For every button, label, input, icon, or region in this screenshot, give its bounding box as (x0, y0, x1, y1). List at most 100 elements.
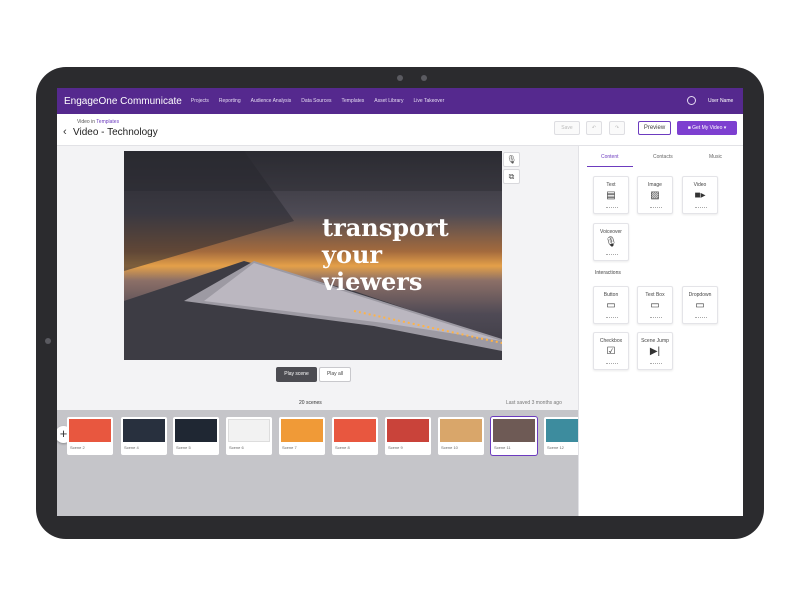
scene-thumbnail-image (175, 419, 217, 442)
microphone-tool-icon[interactable]: 🎙 (503, 152, 520, 167)
redo-icon[interactable]: ↷ (609, 121, 625, 135)
back-chevron-icon[interactable]: ‹ (63, 127, 67, 138)
button-cursor-icon: ▭ (606, 300, 616, 311)
text-box-icon: ▭ (650, 300, 660, 311)
interaction-tile-button[interactable]: Button ▭ (593, 286, 629, 324)
scene-label: Scene 5 (176, 445, 191, 450)
scene-thumbnail[interactable]: Scene 9 (385, 417, 431, 455)
help-icon[interactable] (687, 96, 696, 105)
editor-canvas-area: transport your viewers 🎙 ⧉ Play scene Pl… (57, 146, 590, 516)
tile-label: Scene Jump (641, 338, 669, 344)
nav-templates[interactable]: Templates (342, 98, 365, 104)
scene-thumbnail[interactable]: Scene 10 (438, 417, 484, 455)
scene-thumbnail-image (69, 419, 111, 442)
play-scene-button[interactable]: Play scene (276, 367, 317, 382)
scene-thumbnail[interactable]: Scene 6 (226, 417, 272, 455)
scene-label: Scene 6 (229, 445, 244, 450)
scene-thumbnail-active[interactable]: Scene 11 (491, 417, 537, 455)
interactions-heading: Interactions (595, 270, 621, 276)
drag-handle (695, 207, 707, 208)
overlay-headline[interactable]: transport your viewers (322, 214, 449, 295)
scene-thumbnail[interactable]: Scene 4 (121, 417, 167, 455)
nav-reporting[interactable]: Reporting (219, 98, 241, 104)
tile-label: Dropdown (688, 292, 712, 298)
tile-label: Voiceover (600, 229, 622, 235)
drag-handle (650, 317, 662, 318)
checkbox-icon: ☑ (606, 346, 616, 357)
user-menu[interactable]: User Name (708, 98, 733, 104)
scene-thumbnail[interactable]: Scene 2 (67, 417, 113, 455)
get-my-video-label: Get My Video (692, 125, 723, 131)
breadcrumb-prefix: Video in (77, 119, 95, 125)
nav-data-sources[interactable]: Data Sources (301, 98, 331, 104)
layers-tool-icon[interactable]: ⧉ (503, 169, 520, 184)
text-icon: ▤ (606, 190, 616, 201)
drag-handle (650, 363, 662, 364)
nav-live-takeover[interactable]: Live Takeover (413, 98, 444, 104)
project-header: Video in Templates ‹ Video - Technology … (57, 114, 743, 146)
overlay-line-3: viewers (322, 267, 423, 296)
content-tile-video[interactable]: Video ■▸ (682, 176, 718, 214)
scene-thumbnail-image (281, 419, 323, 442)
properties-panel: Content Contacts Music Text ▤ Image ▨ Vi… (578, 146, 743, 516)
tablet-frame: EngageOne Communicate Projects Reporting… (36, 67, 764, 539)
interaction-tile-text-box[interactable]: Text Box ▭ (637, 286, 673, 324)
preview-button[interactable]: Preview (638, 121, 671, 135)
nav-audience-analysis[interactable]: Audience Analysis (251, 98, 292, 104)
scene-thumbnail[interactable]: Scene 8 (332, 417, 378, 455)
scene-thumbnail-image (228, 419, 270, 442)
scene-count: 20 scenes (299, 400, 322, 406)
home-button (45, 338, 51, 344)
scene-label: Scene 10 (441, 445, 458, 450)
scene-label: Scene 9 (388, 445, 403, 450)
drag-handle (695, 317, 707, 318)
video-camera-icon: ■▸ (694, 190, 706, 201)
drag-handle (606, 207, 618, 208)
scene-label: Scene 2 (70, 445, 85, 450)
tab-content[interactable]: Content (601, 154, 619, 160)
scene-thumbnail-image (334, 419, 376, 442)
overlay-line-1: transport (322, 213, 449, 242)
scene-thumbnail-image (387, 419, 429, 442)
content-tile-voiceover[interactable]: Voiceover 🎙 (593, 223, 629, 261)
chevron-down-icon: ▾ (723, 125, 727, 131)
interaction-tile-scene-jump[interactable]: Scene Jump ▶| (637, 332, 673, 370)
breadcrumb: Video in Templates (77, 119, 119, 125)
interaction-tile-dropdown[interactable]: Dropdown ▭ (682, 286, 718, 324)
last-saved-status: Last saved 3 months ago (506, 400, 562, 406)
undo-icon[interactable]: ↶ (586, 121, 602, 135)
nav-asset-library[interactable]: Asset Library (374, 98, 403, 104)
scene-jump-icon: ▶| (649, 346, 661, 357)
nav-projects[interactable]: Projects (191, 98, 209, 104)
tile-label: Image (648, 182, 662, 188)
tile-label: Video (693, 182, 707, 188)
drag-handle (606, 317, 618, 318)
microphone-icon: 🎙 (604, 237, 618, 248)
video-preview[interactable]: transport your viewers (124, 151, 502, 360)
scene-thumbnail[interactable]: Scene 7 (279, 417, 325, 455)
interaction-tile-checkbox[interactable]: Checkbox ☑ (593, 332, 629, 370)
sensor-dot (421, 75, 427, 81)
scene-label: Scene 11 (494, 445, 511, 450)
tile-label: Text Box (645, 292, 665, 298)
tab-contacts[interactable]: Contacts (653, 154, 673, 160)
tile-label: Checkbox (599, 338, 623, 344)
get-my-video-button[interactable]: ■ Get My Video ▾ (677, 121, 737, 135)
save-button[interactable]: Save (554, 121, 580, 135)
scene-strip: + Scene 2 Scene 4 Scene 5 Scene 6 Scene … (57, 410, 590, 516)
scene-label: Scene 8 (335, 445, 350, 450)
content-tile-text[interactable]: Text ▤ (593, 176, 629, 214)
breadcrumb-link-templates[interactable]: Templates (96, 119, 119, 125)
scene-thumbnail[interactable]: Scene 5 (173, 417, 219, 455)
content-tile-image[interactable]: Image ▨ (637, 176, 673, 214)
scene-thumbnail-image (493, 419, 535, 442)
play-all-button[interactable]: Play all (319, 367, 351, 382)
drag-handle (650, 207, 662, 208)
page-title: Video - Technology (73, 127, 158, 138)
scene-thumbnail-image (123, 419, 165, 442)
tab-music[interactable]: Music (709, 154, 722, 160)
top-nav-bar: EngageOne Communicate Projects Reporting… (57, 88, 743, 114)
image-icon: ▨ (650, 190, 660, 201)
panel-tabs: Content Contacts Music (579, 154, 743, 167)
brand-logo[interactable]: EngageOne Communicate (64, 96, 182, 107)
